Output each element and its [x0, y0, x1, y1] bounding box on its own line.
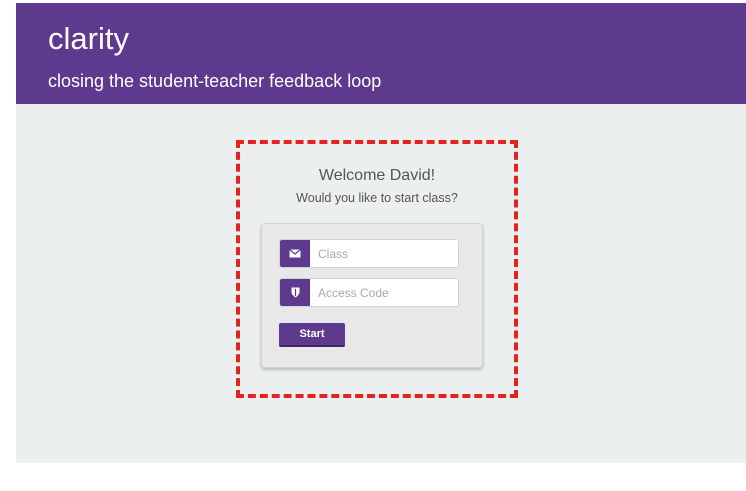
app-header: clarity closing the student-teacher feed…: [16, 3, 746, 104]
class-field[interactable]: [279, 239, 459, 268]
class-input[interactable]: [318, 240, 454, 267]
welcome-heading: Welcome David!: [318, 167, 436, 184]
shield-icon: [280, 279, 310, 306]
start-class-question: Would you like to start class?: [296, 191, 458, 205]
start-button[interactable]: Start: [279, 323, 345, 347]
envelope-icon: [280, 240, 310, 267]
access-code-input[interactable]: [318, 279, 454, 306]
brand-title: clarity: [48, 21, 129, 56]
access-code-field[interactable]: [279, 278, 459, 307]
brand-tagline: closing the student-teacher feedback loo…: [48, 71, 382, 91]
start-class-form: Start: [261, 223, 483, 368]
